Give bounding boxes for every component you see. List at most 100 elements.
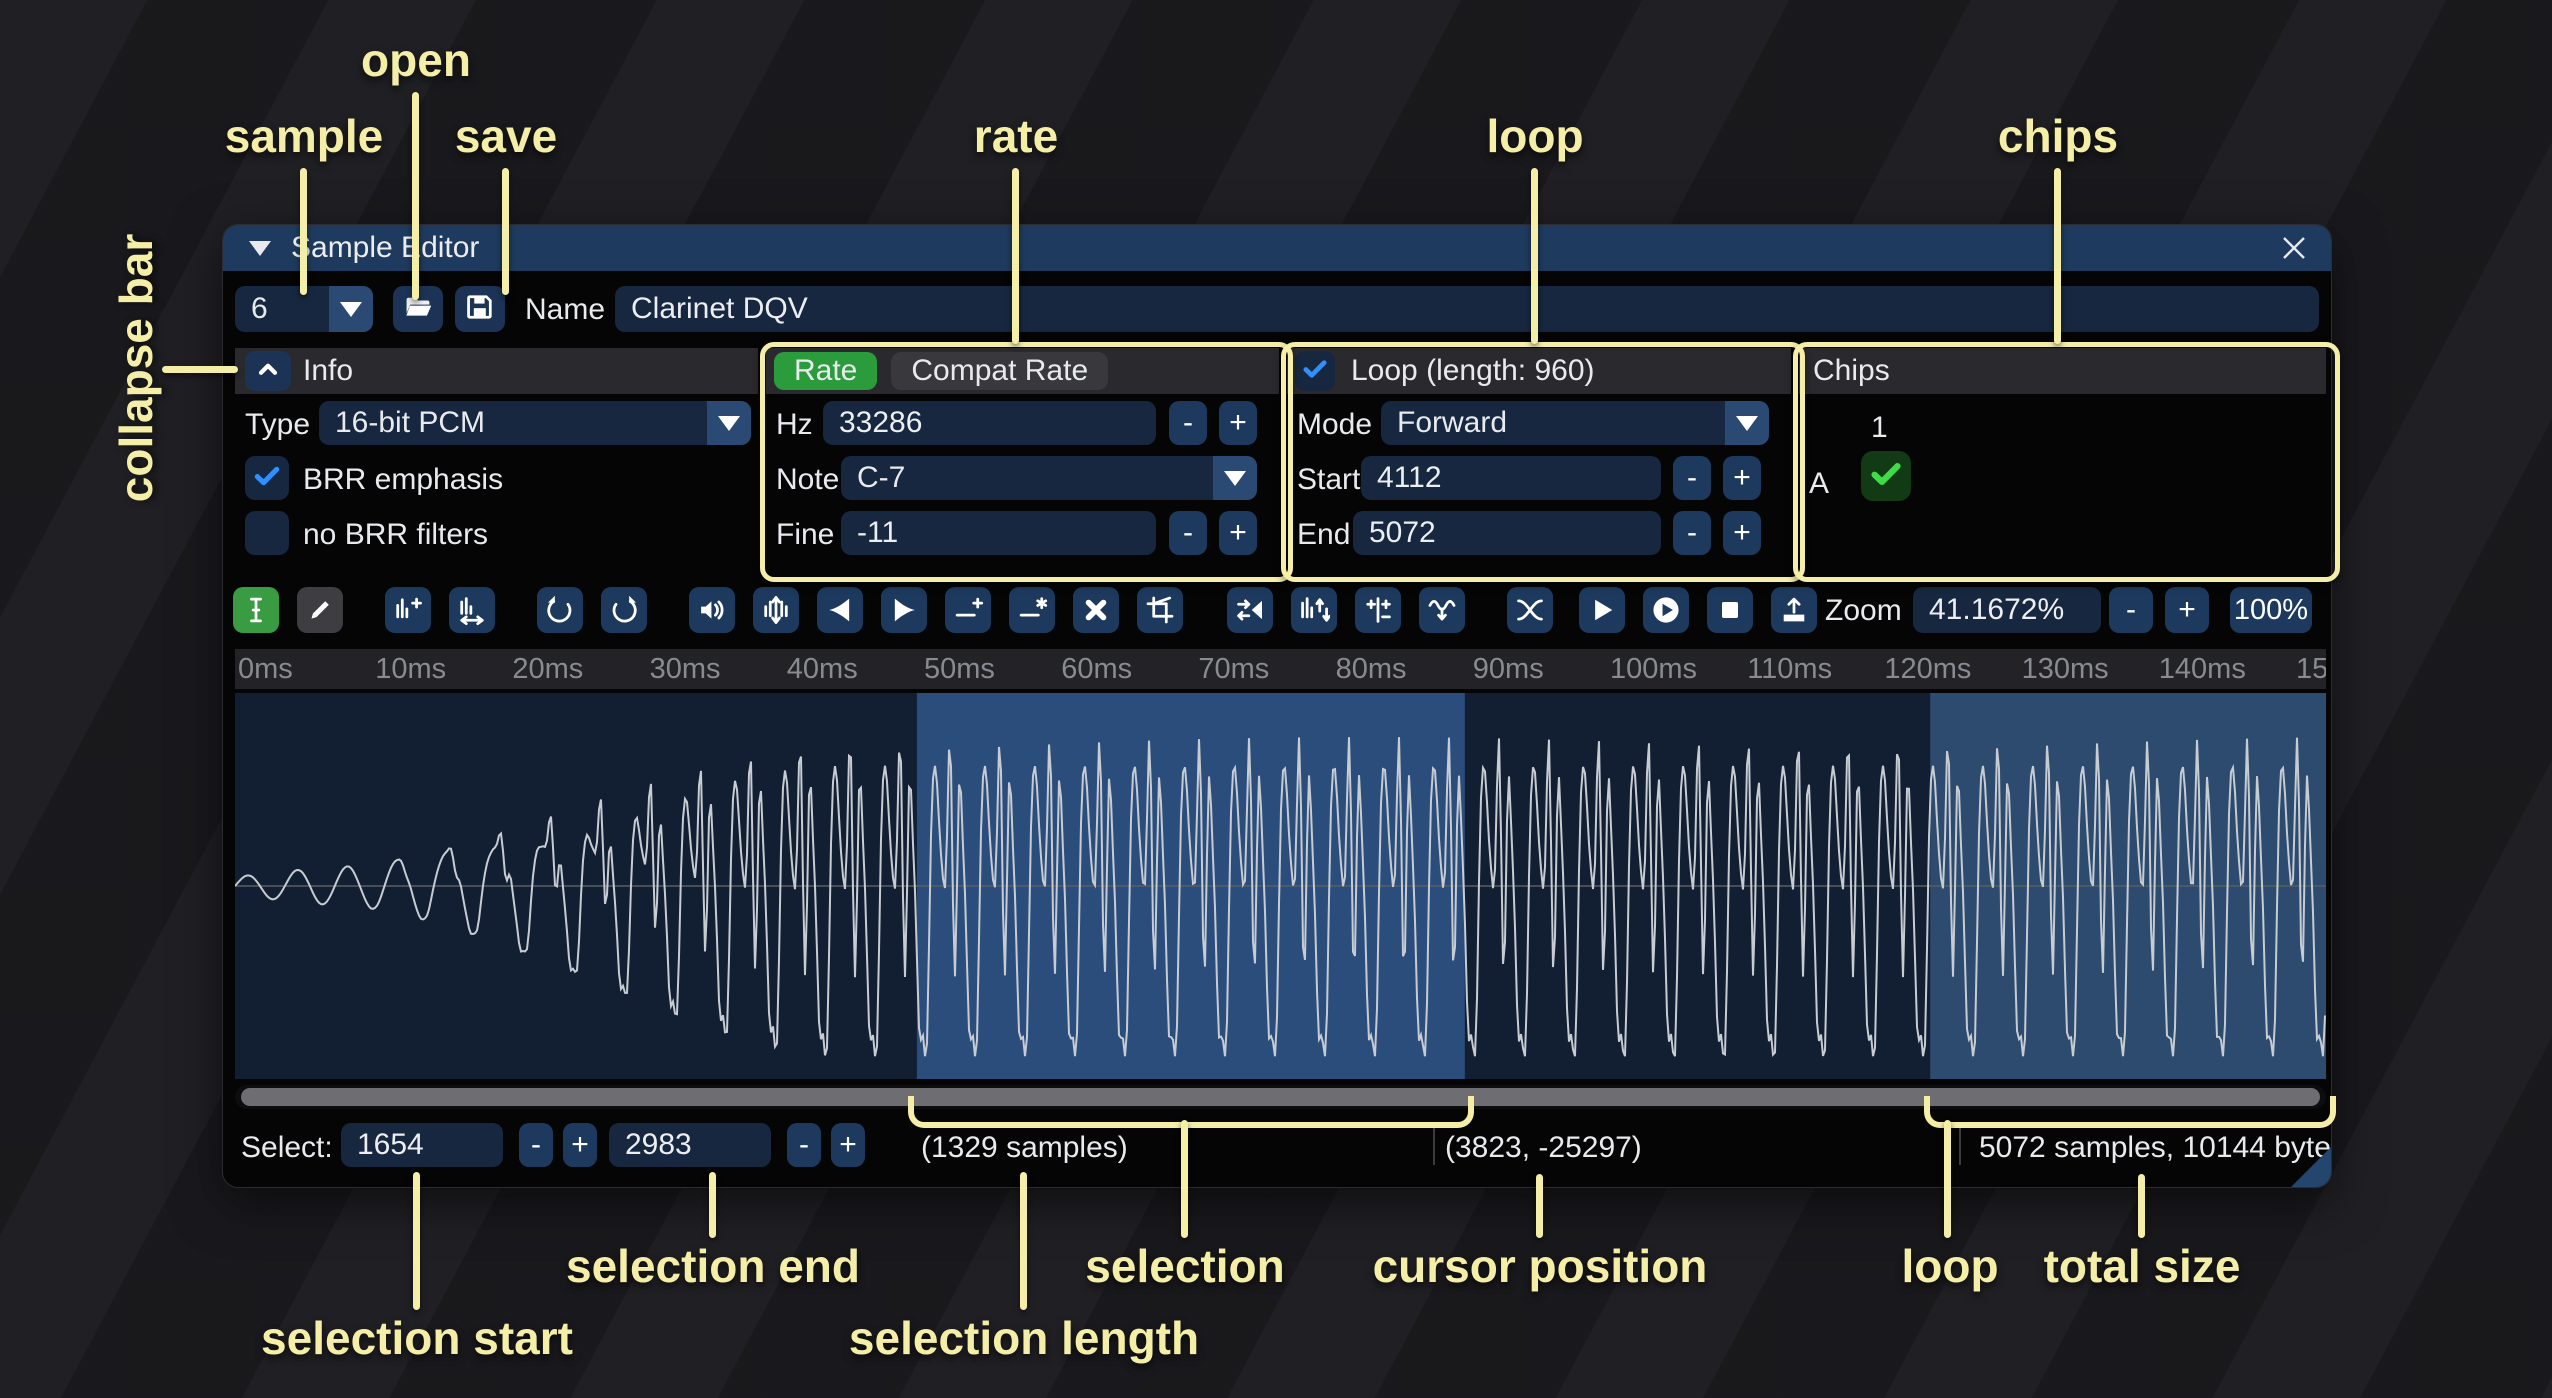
- select-button[interactable]: [233, 587, 279, 633]
- annotation-outline-rate: [760, 342, 1293, 582]
- annotation-line-loop-top: [1531, 168, 1538, 344]
- amplify-button[interactable]: [689, 587, 735, 633]
- selection-start-input[interactable]: 1654: [341, 1123, 503, 1167]
- annotation-outline-loop: [1281, 342, 1805, 582]
- trim-icon: [1144, 594, 1176, 626]
- invert-button[interactable]: [1291, 587, 1337, 633]
- time-ruler[interactable]: 0ms10ms20ms30ms40ms50ms60ms70ms80ms90ms1…: [235, 649, 2326, 689]
- resample-button[interactable]: [449, 587, 495, 633]
- annotation-open: open: [361, 33, 471, 87]
- annotation-collapse-bar: collapse bar: [109, 234, 163, 502]
- annotation-line-loop-bottom: [1944, 1120, 1951, 1238]
- insert-silence-button[interactable]: [945, 587, 991, 633]
- signed-unsigned-button[interactable]: [1355, 587, 1401, 633]
- annotation-chips: chips: [1998, 109, 2118, 163]
- play-button[interactable]: [1643, 587, 1689, 633]
- chevron-down-icon: [340, 302, 362, 317]
- delete-button[interactable]: [1073, 587, 1119, 633]
- annotation-loop-top: loop: [1486, 109, 1583, 163]
- annotation-bracket-selection: [908, 1096, 1474, 1128]
- zoom-input[interactable]: 41.1672%: [1913, 587, 2101, 633]
- annotation-line-cursor-position: [1536, 1174, 1543, 1238]
- annotation-rate: rate: [974, 109, 1058, 163]
- no-brr-filters-label: no BRR filters: [303, 518, 488, 552]
- selection-start-plus-button[interactable]: +: [563, 1123, 597, 1167]
- selection-start-minus-button[interactable]: -: [519, 1123, 553, 1167]
- selection-end-input[interactable]: 2983: [609, 1123, 771, 1167]
- ruler-tick-label: 40ms: [787, 649, 858, 689]
- crossfade-button[interactable]: [1507, 587, 1553, 633]
- preview-icon: [1586, 594, 1618, 626]
- zoom-value: 41.1672%: [1929, 593, 2064, 627]
- annotation-line-save: [502, 168, 509, 295]
- crossfade-icon: [1514, 594, 1546, 626]
- normalize-icon: [760, 594, 792, 626]
- close-button[interactable]: [2273, 228, 2315, 268]
- sample-type-dropdown[interactable]: [707, 401, 751, 445]
- close-icon: [2277, 231, 2311, 265]
- signed-unsigned-icon: [1362, 594, 1394, 626]
- resize-button[interactable]: [385, 587, 431, 633]
- annotation-cursor-position: cursor position: [1373, 1239, 1708, 1293]
- fade-out-button[interactable]: [881, 587, 927, 633]
- selection-end-plus-button[interactable]: +: [831, 1123, 865, 1167]
- window-title: Sample Editor: [291, 231, 479, 265]
- undo-icon: [544, 594, 576, 626]
- play-icon: [1650, 594, 1682, 626]
- reverse-icon: [1234, 594, 1266, 626]
- cursor-position-text: (3823, -25297): [1445, 1131, 1642, 1165]
- draw-icon: [304, 594, 336, 626]
- preview-button[interactable]: [1579, 587, 1625, 633]
- info-panel-title: Info: [303, 354, 353, 388]
- no-brr-filters-checkbox[interactable]: [245, 511, 289, 555]
- trim-button[interactable]: [1137, 587, 1183, 633]
- brr-emphasis-checkbox[interactable]: [245, 456, 289, 500]
- export-button[interactable]: [1771, 587, 1817, 633]
- sample-index-dropdown[interactable]: [329, 286, 373, 332]
- selection-end-minus-button[interactable]: -: [787, 1123, 821, 1167]
- annotation-outline-chips: [1793, 342, 2340, 582]
- sample-type-select[interactable]: 16-bit PCM: [319, 401, 751, 445]
- select-icon: [240, 594, 272, 626]
- zoom-in-button[interactable]: +: [2165, 587, 2209, 633]
- save-sample-button[interactable]: [455, 286, 505, 332]
- ruler-tick-label: 90ms: [1473, 649, 1544, 689]
- zoom-out-button[interactable]: -: [2109, 587, 2153, 633]
- checkmark-icon: [250, 459, 284, 498]
- collapse-bar-button[interactable]: [245, 351, 291, 391]
- ruler-tick-label: 110ms: [1747, 649, 1832, 689]
- redo-button[interactable]: [601, 587, 647, 633]
- reverse-button[interactable]: [1227, 587, 1273, 633]
- annotation-line-rate: [1012, 168, 1019, 344]
- ruler-tick-label: 50ms: [924, 649, 995, 689]
- title-bar[interactable]: Sample Editor: [223, 225, 2331, 271]
- fade-in-button[interactable]: [817, 587, 863, 633]
- filter-button[interactable]: [1419, 587, 1465, 633]
- annotation-bracket-loop: [1924, 1096, 2336, 1128]
- resize-icon: [392, 594, 424, 626]
- window-collapse-icon[interactable]: [249, 241, 271, 256]
- apply-silence-icon: [1016, 594, 1048, 626]
- stop-button[interactable]: [1707, 587, 1753, 633]
- sample-index-value: 6: [235, 292, 329, 326]
- fade-out-icon: [888, 594, 920, 626]
- zoom-label: Zoom: [1825, 594, 1902, 628]
- ruler-tick-label: 10ms: [375, 649, 446, 689]
- draw-button[interactable]: [297, 587, 343, 633]
- amplify-icon: [696, 594, 728, 626]
- waveform-view[interactable]: [235, 693, 2326, 1079]
- undo-button[interactable]: [537, 587, 583, 633]
- info-panel-header: Info: [235, 348, 758, 394]
- annotation-selection-end: selection end: [566, 1239, 860, 1293]
- sample-name-input[interactable]: Clarinet DQV: [615, 286, 2319, 332]
- ruler-tick-label: 150ms: [2296, 649, 2326, 689]
- annotation-save: save: [455, 109, 557, 163]
- normalize-button[interactable]: [753, 587, 799, 633]
- fade-in-icon: [824, 594, 856, 626]
- apply-silence-button[interactable]: [1009, 587, 1055, 633]
- ruler-tick-label: 130ms: [2022, 649, 2109, 689]
- ruler-tick-label: 120ms: [1884, 649, 1971, 689]
- stop-icon: [1714, 594, 1746, 626]
- zoom-reset-button[interactable]: 100%: [2230, 587, 2312, 633]
- ruler-tick-label: 100ms: [1610, 649, 1697, 689]
